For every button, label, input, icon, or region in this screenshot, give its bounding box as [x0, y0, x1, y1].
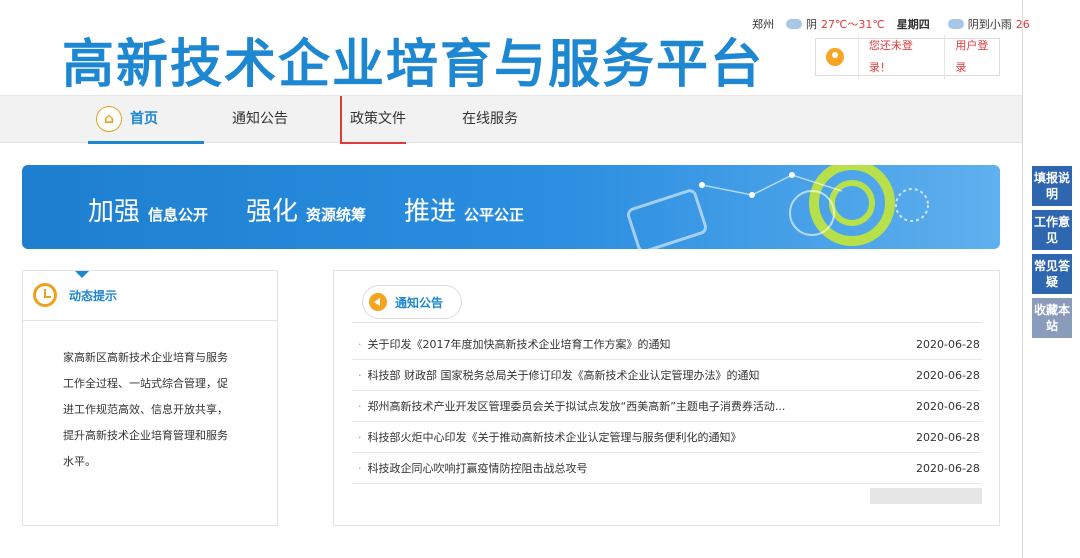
banner-tech-graphic: [626, 165, 929, 249]
slogan-1: 加强 信息公开: [88, 191, 208, 228]
slogan-3: 推进 公平公正: [404, 191, 524, 228]
slogan-2: 强化 资源统筹: [246, 191, 366, 228]
clock-icon: [33, 283, 57, 307]
notice-item-date: 2020-06-28: [916, 461, 980, 475]
speaker-icon: [369, 293, 387, 311]
notice-item-title[interactable]: 郑州高新技术产业开发区管理委员会关于拟试点发放“西美高新”主题电子消费券活动..…: [368, 398, 917, 414]
notice-title: 通知公告: [395, 295, 444, 310]
bullet-icon: ·: [358, 399, 362, 413]
side-button-bookmark[interactable]: 收藏本站: [1032, 298, 1072, 338]
slogan-2-big: 强化: [246, 197, 299, 227]
login-button[interactable]: 用户登录: [944, 35, 999, 79]
notice-item-date: 2020-06-28: [916, 368, 980, 382]
side-button-guide[interactable]: 填报说明: [1032, 166, 1072, 206]
dynamic-text: 家高新区高新技术企业培育与服务工作全过程、一站式综合管理，促进工作规范高效、信息…: [63, 351, 228, 468]
dynamic-title: 动态提示: [69, 289, 118, 303]
bullet-icon: ·: [358, 337, 362, 351]
nav-policy[interactable]: 政策文件: [340, 96, 406, 144]
list-item[interactable]: · 科技部 财政部 国家税务总局关于修订印发《高新技术企业认定管理办法》的通知 …: [352, 360, 982, 391]
notice-item-date: 2020-06-28: [916, 430, 980, 444]
weather-forecast: 阴到小雨: [967, 18, 1012, 31]
site-title: 高新技术企业培育与服务平台: [62, 35, 765, 95]
notice-item-title[interactable]: 科技政企同心吹响打赢疫情防控阻击战总攻号: [368, 460, 917, 476]
main-nav: ⌂ 首页 通知公告 政策文件 在线服务: [0, 95, 1022, 144]
slogan-1-small: 信息公开: [148, 206, 209, 224]
more-bar: [870, 488, 982, 504]
slogan-2-small: 资源统筹: [306, 206, 367, 224]
tab-notice[interactable]: 通知公告: [362, 285, 462, 319]
login-status: 您还未登录！: [857, 35, 944, 79]
side-rail-divider: [1022, 0, 1023, 558]
notice-list: · 关于印发《2017年度加快高新技术企业培育工作方案》的通知 2020-06-…: [352, 329, 982, 484]
list-item[interactable]: · 科技部火炬中心印发《关于推动高新技术企业认定管理与服务便利化的通知》 202…: [352, 422, 982, 453]
nav-home-label: 首页: [130, 110, 158, 127]
list-item[interactable]: · 科技政企同心吹响打赢疫情防控阻击战总攻号 2020-06-28: [352, 453, 982, 484]
notice-item-date: 2020-06-28: [916, 337, 980, 351]
cloud-icon: [786, 19, 802, 29]
notice-item-title[interactable]: 科技部火炬中心印发《关于推动高新技术企业认定管理与服务便利化的通知》: [368, 429, 917, 445]
weekday: 星期四: [896, 18, 930, 31]
nav-online-service[interactable]: 在线服务: [462, 96, 518, 144]
hero-banner: 加强 信息公开 强化 资源统筹 推进 公平公正: [22, 165, 1000, 249]
weather-bar: 郑州 阴 27℃～31℃ 星期四 阴到小雨 26: [752, 16, 1030, 32]
home-icon: ⌂: [96, 105, 122, 132]
weather-temperature: 27℃～31℃: [821, 18, 885, 31]
slogan-3-big: 推进: [404, 197, 457, 227]
login-box: 您还未登录！ 用户登录: [815, 35, 1000, 79]
bullet-icon: ·: [358, 461, 362, 475]
side-button-faq[interactable]: 常见答疑: [1032, 254, 1072, 294]
dynamic-panel-header: 动态提示: [23, 271, 277, 321]
list-item[interactable]: · 关于印发《2017年度加快高新技术企业培育工作方案》的通知 2020-06-…: [352, 329, 982, 360]
notice-item-title[interactable]: 关于印发《2017年度加快高新技术企业培育工作方案》的通知: [368, 336, 917, 352]
nav-notice[interactable]: 通知公告: [232, 96, 288, 144]
caret-down-icon: [75, 271, 89, 278]
bullet-icon: ·: [358, 430, 362, 444]
weather-city: 郑州: [752, 18, 774, 31]
list-item[interactable]: · 郑州高新技术产业开发区管理委员会关于拟试点发放“西美高新”主题电子消费券活动…: [352, 391, 982, 422]
side-button-opinion[interactable]: 工作意见: [1032, 210, 1072, 250]
cloud-icon: [947, 19, 964, 29]
dynamic-panel: 动态提示 家高新区高新技术企业培育与服务工作全过程、一站式综合管理，促进工作规范…: [22, 270, 278, 526]
slogan-1-big: 加强: [88, 197, 141, 227]
user-icon: [826, 48, 844, 66]
notice-item-title[interactable]: 科技部 财政部 国家税务总局关于修订印发《高新技术企业认定管理办法》的通知: [368, 367, 917, 383]
bullet-icon: ·: [358, 368, 362, 382]
nav-home[interactable]: ⌂ 首页: [88, 96, 204, 144]
divider: [352, 322, 982, 323]
weather-condition: 阴: [806, 18, 817, 31]
slogan-3-small: 公平公正: [464, 206, 525, 224]
notice-item-date: 2020-06-28: [916, 399, 980, 413]
